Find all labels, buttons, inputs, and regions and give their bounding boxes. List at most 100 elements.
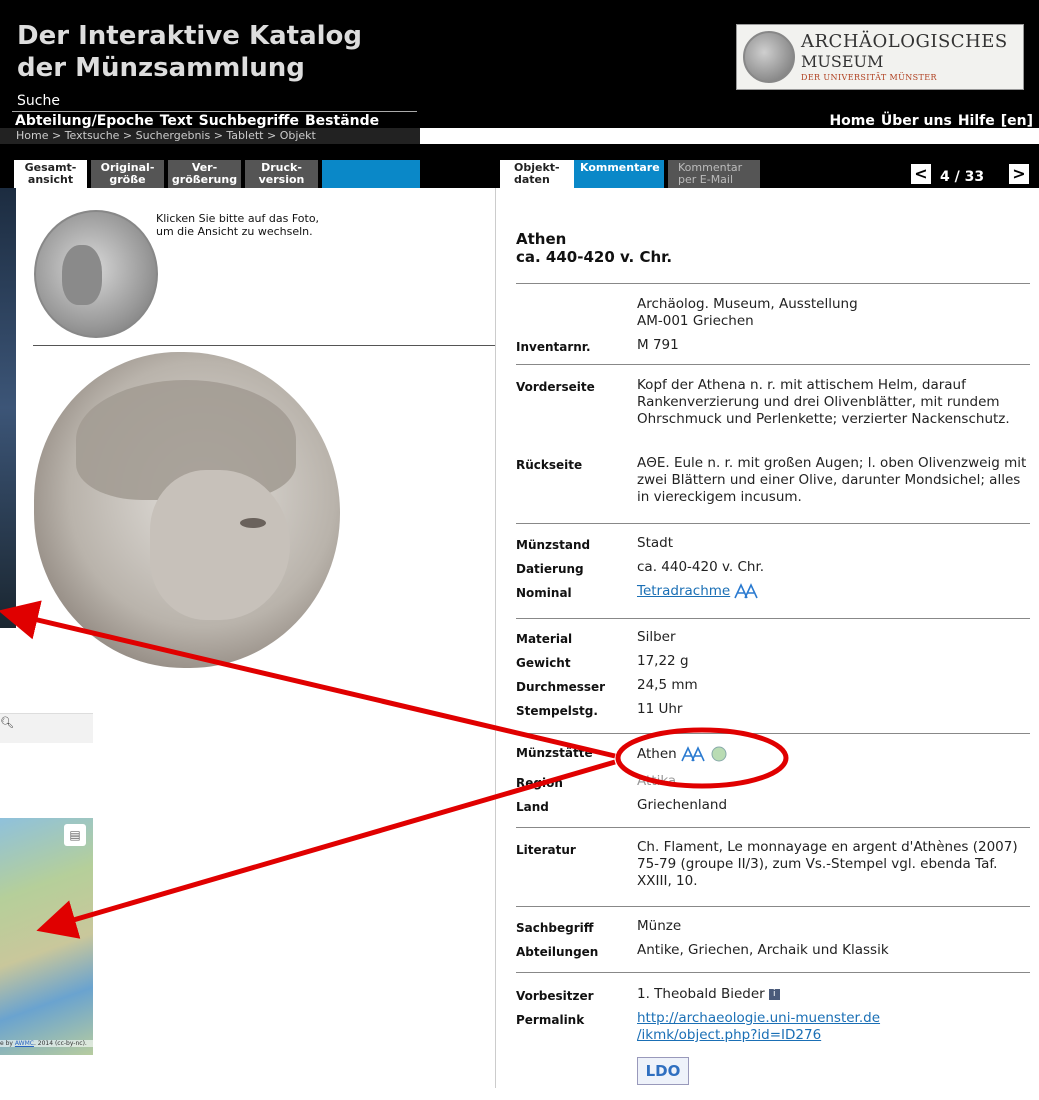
- tab-label: version: [258, 173, 305, 186]
- section-divider: [516, 523, 1030, 524]
- section-divider: [516, 283, 1030, 284]
- land-value: Griechenland: [637, 797, 728, 813]
- info-icon[interactable]: i: [768, 988, 780, 1000]
- tab-label: per E-Mail: [678, 173, 734, 186]
- medallion-icon: [743, 31, 795, 83]
- vorbesitzer-value: 1. Theobald Bieder i: [637, 986, 1027, 1003]
- column-divider: [495, 188, 496, 1088]
- permalink-label: Permalink: [516, 1013, 585, 1027]
- pager-count: 4 / 33: [940, 169, 985, 185]
- location-value: Archäolog. Museum, Ausstellung AM-001 Gri…: [637, 296, 1027, 330]
- search-label[interactable]: Suche: [17, 93, 60, 109]
- location-line1: Archäolog. Museum, Ausstellung: [637, 296, 858, 312]
- gewicht-label: Gewicht: [516, 656, 571, 670]
- map-credit-link[interactable]: AWMC: [15, 1040, 34, 1047]
- header-divider: [12, 111, 417, 112]
- material-label: Material: [516, 632, 573, 646]
- tab-druckversion[interactable]: Druck-version: [245, 160, 318, 188]
- page: Der Interaktive Katalog der Münzsammlung…: [0, 0, 1039, 1100]
- section-divider: [516, 972, 1030, 973]
- region-value: Attika: [637, 773, 677, 789]
- map-credit: e by AWMC. 2014 (cc-by-nc).: [0, 1040, 93, 1047]
- abteilungen-value: Antike, Griechen, Archaik und Klassik: [637, 942, 889, 958]
- nav-ueber-uns[interactable]: Über uns: [881, 113, 952, 129]
- nav-suchbegriffe[interactable]: Suchbegriffe: [199, 113, 299, 129]
- gewicht-value: 17,22 g: [637, 653, 689, 669]
- meta-nav: Home Über uns Hilfe [en]: [823, 113, 1033, 129]
- region-label: Region: [516, 776, 563, 790]
- material-value: Silber: [637, 629, 676, 645]
- object-title-mint: Athen: [516, 230, 567, 248]
- vorbesitzer-label: Vorbesitzer: [516, 989, 594, 1003]
- site-title-line1: Der Interaktive Katalog: [17, 21, 363, 51]
- tab-label: größe: [109, 173, 146, 186]
- tab-label: Kommentare: [580, 161, 660, 174]
- permalink-link-line1[interactable]: http://archaeologie.uni-muenster.de: [637, 1010, 1027, 1027]
- muenzstaette-value: Athen: [637, 746, 1027, 763]
- nominal-link[interactable]: Tetradrachme: [637, 583, 730, 599]
- nav-bestaende[interactable]: Bestände: [305, 113, 379, 129]
- muenzstaette-label: Münzstätte: [516, 746, 593, 760]
- tab-label: ansicht: [27, 173, 74, 186]
- map-credit-suffix: . 2014 (cc-by-nc).: [33, 1040, 87, 1047]
- main-nav: Abteilung/Epoche Text Suchbegriffe Bestände: [15, 113, 385, 129]
- nav-abteilung-epoche[interactable]: Abteilung/Epoche: [15, 113, 154, 129]
- breadcrumb[interactable]: Home > Textsuche > Suchergebnis > Tablet…: [0, 128, 420, 144]
- durchmesser-label: Durchmesser: [516, 680, 606, 694]
- tab-gesamtansicht[interactable]: Gesamt-ansicht: [14, 160, 87, 188]
- abteilungen-label: Abteilungen: [516, 945, 599, 959]
- nav-text[interactable]: Text: [160, 113, 193, 129]
- site-header: Der Interaktive Katalog der Münzsammlung…: [0, 0, 1039, 129]
- map-credit-prefix: e by: [0, 1040, 15, 1047]
- inventar-label: Inventarnr.: [516, 340, 591, 354]
- tab-label: größerung: [171, 173, 238, 186]
- layers-icon[interactable]: ▤: [64, 824, 86, 846]
- nomisma-icon[interactable]: [680, 746, 707, 762]
- nominal-label: Nominal: [516, 586, 572, 600]
- nav-hilfe[interactable]: Hilfe: [958, 113, 995, 129]
- section-divider: [516, 618, 1030, 619]
- magnifier-icon[interactable]: 🔍︎: [0, 716, 14, 729]
- side-image-strip: [0, 188, 16, 628]
- sachbegriff-value: Münze: [637, 918, 682, 934]
- location-line2: AM-001 Griechen: [637, 313, 754, 329]
- mint-map[interactable]: [0, 818, 93, 1055]
- site-title-line2: der Münzsammlung: [17, 53, 305, 83]
- section-divider: [516, 733, 1030, 734]
- image-divider: [33, 345, 495, 346]
- site-title[interactable]: Der Interaktive Katalog der Münzsammlung: [17, 20, 362, 84]
- tab-kommentare[interactable]: Kommentare: [574, 160, 664, 188]
- section-divider: [516, 364, 1030, 365]
- nav-home[interactable]: Home: [829, 113, 874, 129]
- muenzstand-label: Münzstand: [516, 538, 591, 552]
- athena-face-shape: [150, 470, 290, 620]
- stempel-value: 11 Uhr: [637, 701, 683, 717]
- museum-logo[interactable]: ARCHÄOLOGISCHES MUSEUM DER UNIVERSITÄT M…: [736, 24, 1024, 90]
- tab-vergroesserung[interactable]: Ver-größerung: [168, 160, 241, 188]
- sachbegriff-label: Sachbegriff: [516, 921, 594, 935]
- tab-originalgroesse[interactable]: Original-größe: [91, 160, 164, 188]
- datierung-value: ca. 440-420 v. Chr.: [637, 559, 765, 575]
- datierung-label: Datierung: [516, 562, 584, 576]
- next-object-button[interactable]: >: [1009, 164, 1029, 184]
- section-divider: [516, 827, 1030, 828]
- previous-object-button[interactable]: <: [911, 164, 931, 184]
- stempel-label: Stempelstg.: [516, 704, 598, 718]
- object-title-date: ca. 440-420 v. Chr.: [516, 248, 673, 266]
- nomisma-icon[interactable]: [734, 583, 760, 599]
- tab-kommentar-per-email: Kommentar per E-Mail: [668, 160, 760, 188]
- object-title: Athen ca. 440-420 v. Chr.: [516, 230, 672, 266]
- geonames-globe-icon[interactable]: [711, 746, 727, 762]
- literatur-label: Literatur: [516, 843, 576, 857]
- land-label: Land: [516, 800, 549, 814]
- rueckseite-label: Rückseite: [516, 458, 583, 472]
- inventar-value: M 791: [637, 337, 679, 353]
- logo-line3: DER UNIVERSITÄT MÜNSTER: [801, 73, 937, 82]
- tab-objektdaten[interactable]: Objekt-daten: [500, 160, 574, 188]
- linked-data-badge-icon[interactable]: LDO: [637, 1057, 689, 1085]
- tab-spacer: [322, 160, 420, 188]
- nav-language-en[interactable]: [en]: [1001, 113, 1033, 129]
- permalink-link-line2[interactable]: /ikmk/object.php?id=ID276: [637, 1027, 1027, 1044]
- logo-line1: ARCHÄOLOGISCHES: [801, 31, 1008, 52]
- durchmesser-value: 24,5 mm: [637, 677, 698, 693]
